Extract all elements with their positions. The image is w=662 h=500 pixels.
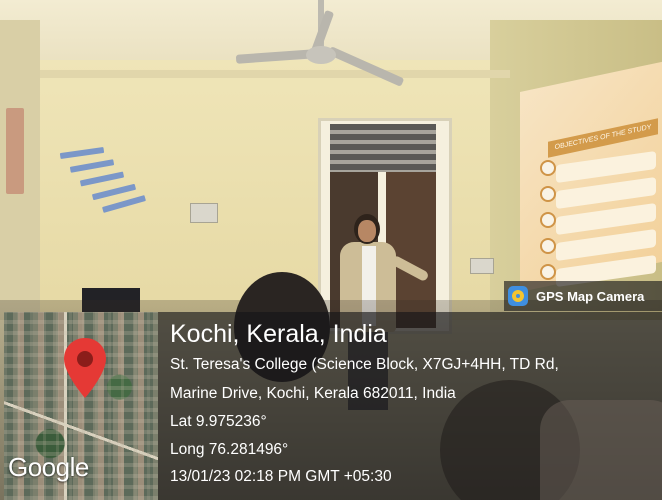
wall-poster <box>6 108 24 194</box>
address-line-2: Marine Drive, Kochi, Kerala 682011, Indi… <box>170 385 456 402</box>
location-title: Kochi, Kerala, India <box>170 320 387 348</box>
satellite-map-thumbnail: Google <box>4 312 158 500</box>
slide-bullet <box>540 238 556 254</box>
power-socket <box>470 258 494 274</box>
ceiling-fan-hub <box>306 46 336 64</box>
slide-bullet <box>540 186 556 202</box>
gps-badge: GPS Map Camera <box>504 281 662 311</box>
slide-bullet <box>540 212 556 228</box>
latitude: Lat 9.975236° <box>170 413 267 430</box>
map-pin-icon <box>64 338 106 398</box>
student-body <box>540 400 662 500</box>
google-logo: Google <box>8 452 89 482</box>
gps-badge-label: GPS Map Camera <box>536 288 645 304</box>
door-vent-window <box>330 124 436 172</box>
slide-bullet <box>540 264 556 280</box>
ceiling-beam <box>40 70 510 78</box>
presenter-face <box>358 220 376 242</box>
address-line-1: St. Teresa's College (Science Block, X7G… <box>170 356 559 373</box>
switch-board <box>190 203 218 223</box>
timestamp: 13/01/23 02:18 PM GMT +05:30 <box>170 468 392 485</box>
gps-map-camera-icon <box>508 286 528 306</box>
classroom-photo: OBJECTIVES OF THE STUDY GPS Map Camera G… <box>0 0 662 500</box>
longitude: Long 76.281496° <box>170 441 289 458</box>
slide-bullet <box>540 160 556 176</box>
